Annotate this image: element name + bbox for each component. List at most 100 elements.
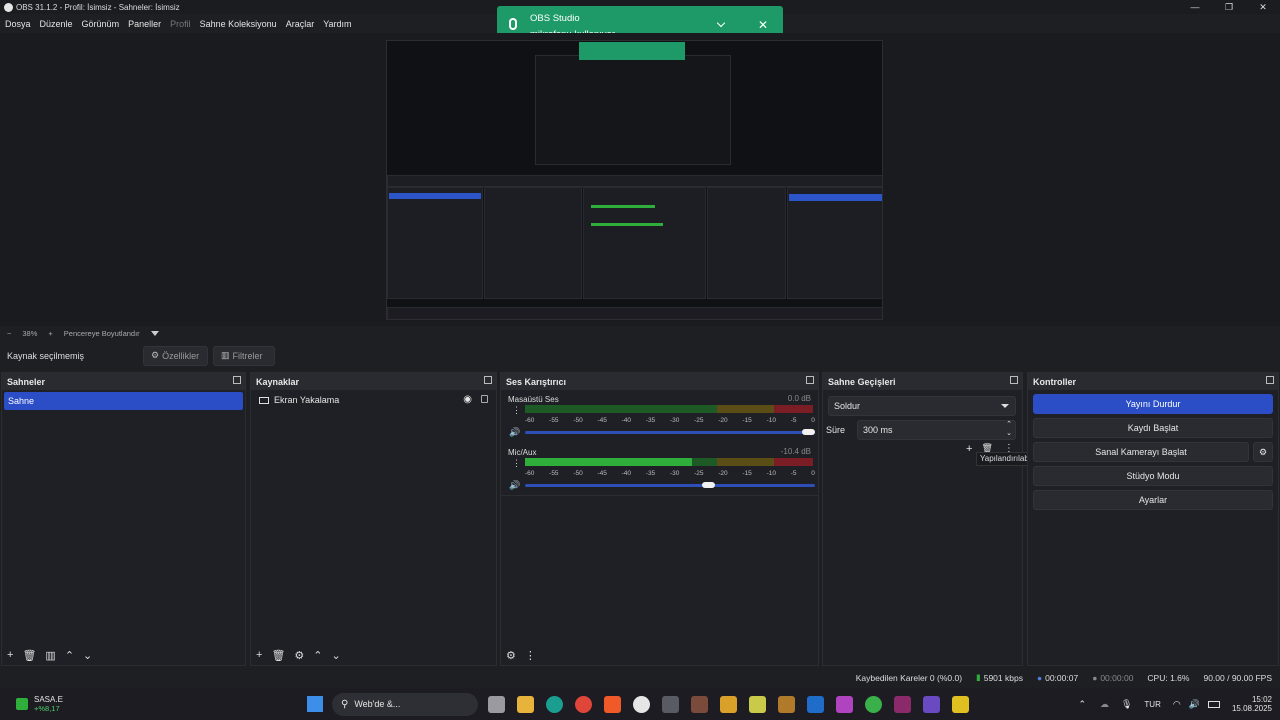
add-icon[interactable]: + — [966, 443, 972, 455]
app-icon[interactable] — [836, 695, 853, 713]
arrow-down-icon[interactable]: ⌄ — [83, 649, 92, 662]
source-item[interactable]: Ekran Yakalama ◉ — [251, 390, 496, 410]
menu-scene-collection[interactable]: Sahne Koleksiyonu — [200, 19, 277, 29]
menu-edit[interactable]: Düzenle — [40, 19, 73, 29]
menu-tools[interactable]: Araçlar — [286, 19, 315, 29]
virtual-camera-settings-button[interactable]: ⚙ — [1253, 442, 1273, 462]
meter-zone — [716, 405, 775, 413]
edge-icon[interactable] — [546, 695, 563, 713]
duration-spinbox[interactable]: 300 ms ⌃ ⌄ — [857, 420, 1016, 440]
menu-docks[interactable]: Paneller — [128, 19, 161, 29]
task-view-icon[interactable] — [488, 695, 505, 713]
more-icon[interactable]: ⋮ — [512, 458, 521, 469]
arrow-down-icon[interactable]: ⌄ — [332, 649, 341, 662]
start-virtual-camera-button[interactable]: Sanal Kamerayı Başlat — [1033, 442, 1249, 462]
cloud-icon[interactable]: ☁ — [1100, 699, 1109, 710]
speaker-icon[interactable]: 🔊 — [509, 427, 520, 438]
language[interactable]: TUR — [1144, 700, 1160, 709]
brave-icon[interactable] — [604, 695, 621, 713]
close-icon[interactable]: ✕ — [758, 18, 768, 32]
undock-icon[interactable] — [1266, 376, 1274, 384]
advanced-audio-icon[interactable]: ⚙ — [506, 649, 516, 662]
meter-zone — [716, 458, 775, 466]
chevron-up-icon[interactable]: ⌃ — [1078, 699, 1086, 710]
filters-button[interactable]: ▥ Filtreler — [213, 345, 275, 366]
game-icon[interactable] — [691, 695, 708, 713]
mic-icon[interactable]: 🎙 — [1121, 699, 1132, 710]
eye-icon[interactable]: ◉ — [463, 394, 472, 405]
spin-down-icon[interactable]: ⌄ — [1006, 429, 1012, 437]
start-icon[interactable] — [307, 696, 323, 712]
channel-db: 0.0 dB — [787, 394, 811, 403]
slider-knob[interactable] — [702, 482, 716, 488]
obs-icon[interactable] — [633, 695, 650, 713]
undock-icon[interactable] — [233, 376, 241, 384]
app-icon[interactable] — [952, 695, 969, 713]
channel-name: Mic/Aux — [508, 448, 537, 457]
app-icon[interactable] — [749, 695, 766, 713]
menu-file[interactable]: Dosya — [5, 19, 31, 29]
settings-button[interactable]: Ayarlar — [1033, 490, 1273, 510]
search-icon: ⚲ — [341, 698, 349, 710]
undock-icon[interactable] — [484, 376, 492, 384]
undock-icon[interactable] — [806, 376, 814, 384]
scale-mode-select[interactable]: Pencereye Boyutlandır — [64, 329, 140, 338]
stop-streaming-button[interactable]: Yayını Durdur — [1033, 394, 1273, 414]
clock[interactable]: 15:02 15.08.2025 — [1232, 695, 1272, 713]
app-icon[interactable] — [865, 695, 882, 713]
lock-icon[interactable] — [481, 395, 488, 403]
zoom-in-button[interactable]: + — [48, 329, 52, 338]
chevron-down-icon[interactable] — [716, 18, 726, 28]
gear-icon[interactable]: ⚙ — [294, 649, 304, 662]
more-icon[interactable]: ⋮ — [512, 405, 521, 416]
preview-canvas[interactable] — [386, 40, 883, 320]
battery-icon[interactable] — [1207, 700, 1220, 708]
undock-icon[interactable] — [1010, 376, 1018, 384]
arrow-up-icon[interactable]: ⌃ — [313, 649, 322, 662]
app-icon[interactable] — [720, 695, 737, 713]
outlook-icon[interactable] — [807, 695, 824, 713]
app-icon[interactable] — [778, 695, 795, 713]
caret-down-icon[interactable] — [150, 331, 159, 336]
zoom-out-button[interactable]: − — [7, 329, 11, 338]
file-explorer-icon[interactable] — [517, 695, 534, 713]
speaker-icon[interactable]: 🔊 — [509, 480, 520, 491]
stream-icon: ● — [1036, 672, 1043, 683]
arrow-up-icon[interactable]: ⌃ — [65, 649, 74, 662]
nested-controls — [787, 187, 882, 299]
menu-help[interactable]: Yardım — [323, 19, 351, 29]
stock-widget[interactable]: SASA.E +%8,17 — [0, 695, 300, 713]
trash-icon[interactable]: 🗑 — [271, 649, 285, 662]
start-recording-button[interactable]: Kaydı Başlat — [1033, 418, 1273, 438]
spin-up-icon[interactable]: ⌃ — [1006, 420, 1012, 428]
add-icon[interactable]: + — [256, 649, 262, 661]
minimize-button[interactable]: — — [1178, 0, 1212, 14]
more-icon[interactable]: ⋮ — [525, 649, 536, 662]
maximize-button[interactable]: ❐ — [1212, 0, 1246, 14]
volume-slider[interactable] — [525, 482, 815, 488]
wifi-icon[interactable]: ◠ — [1173, 699, 1181, 710]
trash-icon[interactable]: 🗑 — [22, 649, 36, 662]
volume-icon[interactable]: 🔊 — [1189, 699, 1200, 710]
winrar-icon[interactable] — [894, 695, 911, 713]
add-icon[interactable]: + — [7, 649, 13, 661]
properties-button[interactable]: ⚙ Özellikler — [143, 345, 208, 366]
meter-tick-label: -40 — [621, 470, 632, 477]
studio-mode-button[interactable]: Stüdyo Modu — [1033, 466, 1273, 486]
app-icon[interactable] — [923, 695, 940, 713]
search-box[interactable]: ⚲ Web'de &... — [332, 692, 478, 716]
scene-item[interactable]: Sahne — [4, 392, 243, 410]
window-title: OBS 31.1.2 - Profil: İsimsiz - Sahneler:… — [16, 2, 180, 12]
filter-icon[interactable]: ▥ — [45, 649, 55, 662]
app-icon[interactable] — [662, 695, 679, 713]
menu-view[interactable]: Görünüm — [82, 19, 120, 29]
slider-knob[interactable] — [802, 429, 815, 435]
volume-slider[interactable] — [525, 429, 815, 435]
scenes-dock: Sahneler Sahne + 🗑 ▥ ⌃ ⌄ — [1, 372, 246, 666]
transition-value: Soldur — [834, 401, 861, 411]
close-window-button[interactable]: ✕ — [1246, 0, 1280, 14]
chrome-icon[interactable] — [575, 695, 592, 713]
transition-select[interactable]: Soldur — [828, 396, 1016, 416]
menu-profile[interactable]: Profil — [170, 19, 191, 29]
bitrate: 5901 kbps — [983, 672, 1023, 683]
